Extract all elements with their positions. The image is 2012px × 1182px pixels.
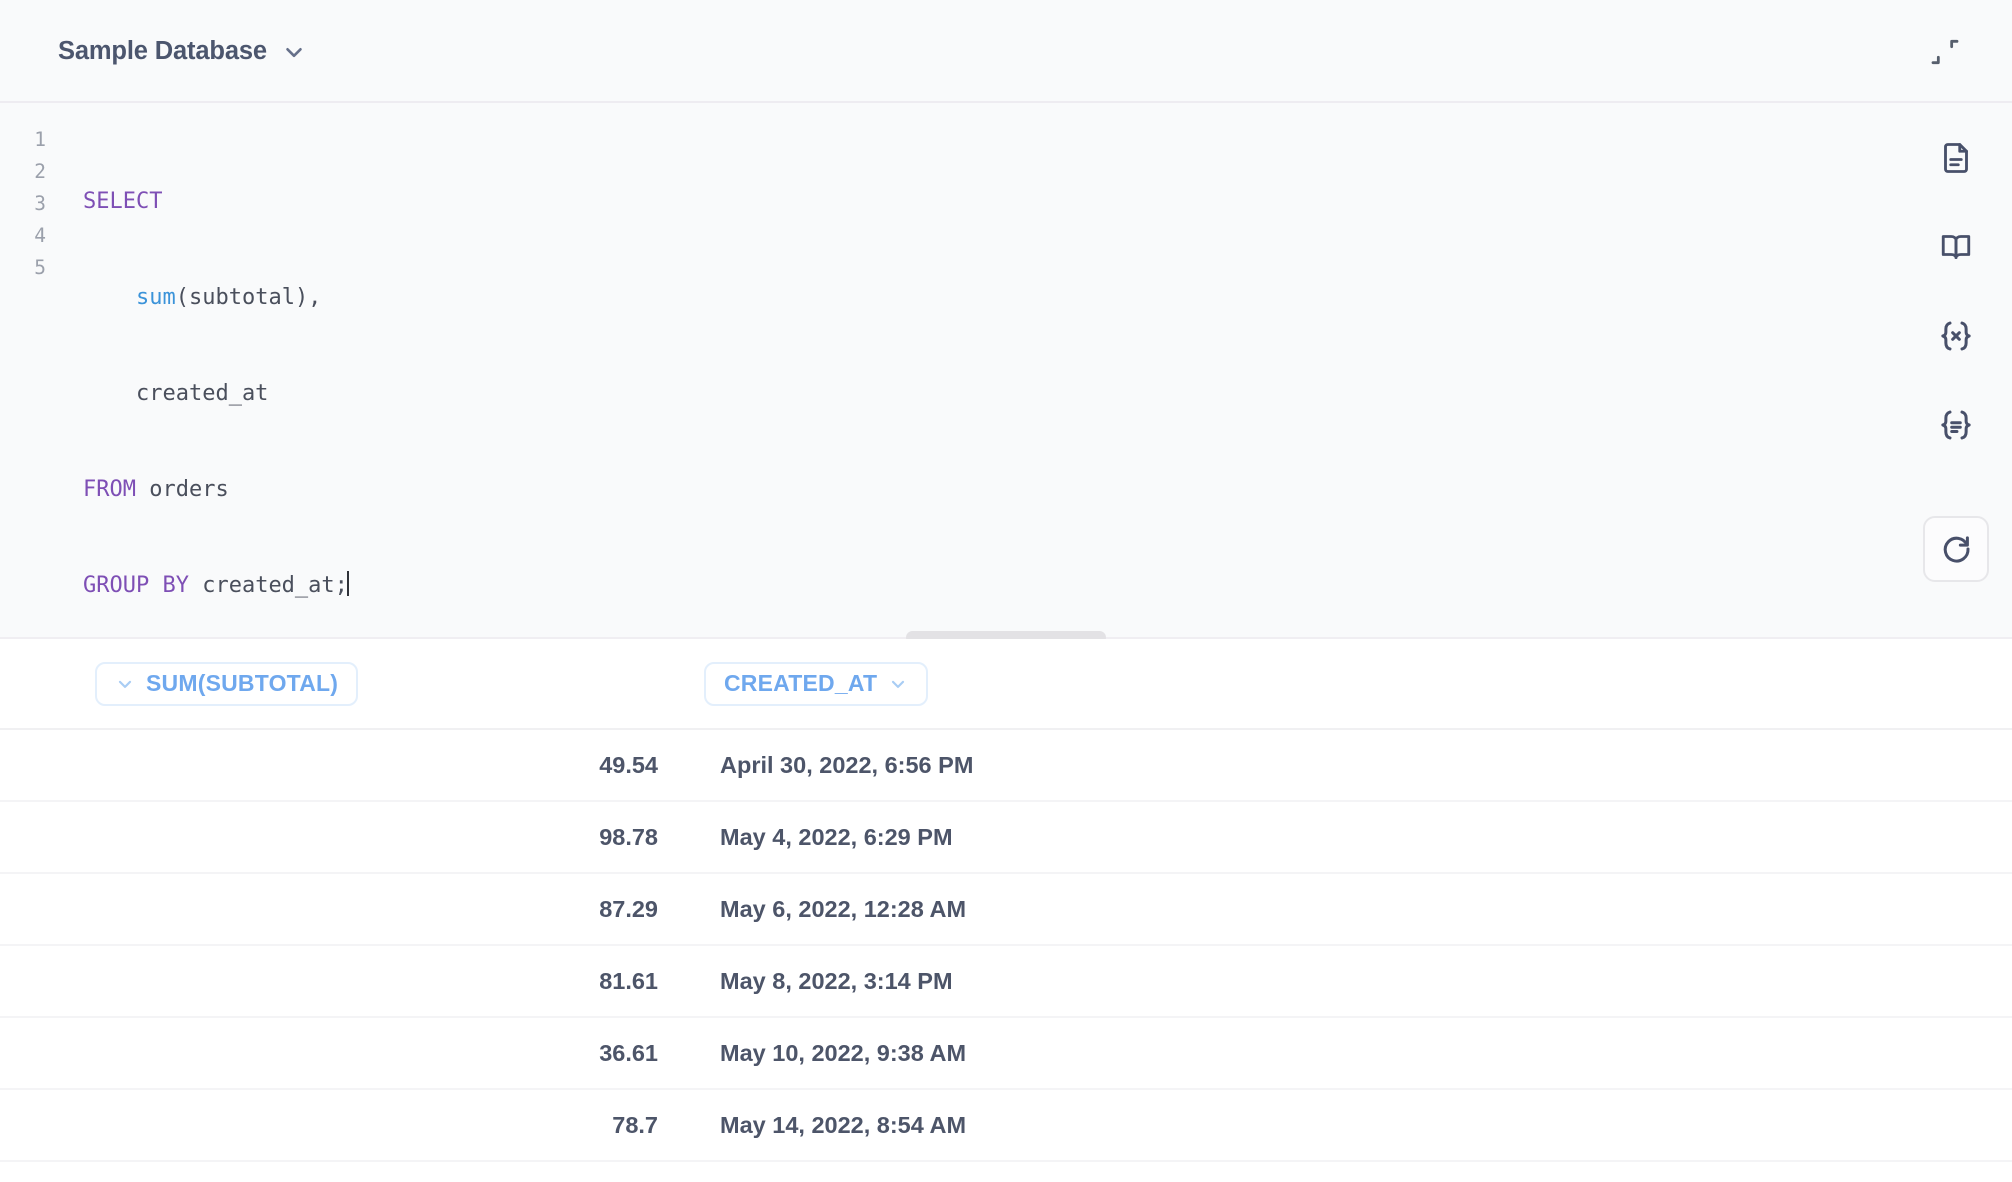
- line-number: 5: [0, 252, 46, 284]
- cell-created-at: April 30, 2022, 6:56 PM: [684, 729, 2012, 801]
- database-selector[interactable]: Sample Database: [58, 37, 307, 66]
- contract-window-icon[interactable]: [1917, 24, 1973, 80]
- line-number: 2: [0, 156, 46, 188]
- code-line: FROM orders: [83, 474, 1900, 506]
- column-header-label: CREATED_AT: [724, 670, 877, 697]
- sql-identifier: created_at: [83, 381, 268, 406]
- table-row[interactable]: 49.54 April 30, 2022, 6:56 PM: [0, 729, 2012, 801]
- editor-body: 1 2 3 4 5 SELECT sum(subtotal), created_…: [0, 103, 2012, 637]
- snippet-sidebar-icon[interactable]: [1924, 393, 1988, 457]
- sql-function: sum: [136, 285, 176, 310]
- results-table-body: 49.54 April 30, 2022, 6:56 PM 98.78 May …: [0, 729, 2012, 1161]
- cell-created-at: May 8, 2022, 3:14 PM: [684, 945, 2012, 1017]
- code-line: SELECT: [83, 186, 1900, 218]
- variables-icon[interactable]: [1924, 304, 1988, 368]
- column-header-created-at: CREATED_AT: [684, 639, 2012, 729]
- table-row[interactable]: 78.7 May 14, 2022, 8:54 AM: [0, 1089, 2012, 1161]
- text-cursor: [347, 571, 349, 596]
- chevron-down-icon: [888, 674, 908, 694]
- native-query-snippet-book-icon[interactable]: [1924, 215, 1988, 279]
- line-number: 3: [0, 188, 46, 220]
- sql-code-area[interactable]: 1 2 3 4 5 SELECT sum(subtotal), created_…: [0, 103, 1900, 637]
- sql-keyword: GROUP BY: [83, 573, 189, 598]
- line-number-gutter: 1 2 3 4 5: [0, 122, 46, 637]
- column-pill-created-at[interactable]: CREATED_AT: [704, 662, 928, 706]
- query-results-pane: SUM(SUBTOTAL) CREATED_AT: [0, 639, 2012, 1182]
- chevron-down-icon: [115, 674, 135, 694]
- sql-keyword: SELECT: [83, 189, 162, 214]
- column-pill-sum-subtotal[interactable]: SUM(SUBTOTAL): [95, 662, 358, 706]
- cell-sum-subtotal: 81.61: [0, 945, 684, 1017]
- code-line: sum(subtotal),: [83, 282, 1900, 314]
- column-header-label: SUM(SUBTOTAL): [146, 670, 338, 697]
- results-table-head: SUM(SUBTOTAL) CREATED_AT: [0, 639, 2012, 729]
- line-number: 4: [0, 220, 46, 252]
- column-header-sum-subtotal: SUM(SUBTOTAL): [0, 639, 684, 729]
- cell-sum-subtotal: 49.54: [0, 729, 684, 801]
- sql-keyword: FROM: [83, 477, 136, 502]
- code-line: GROUP BY created_at;: [83, 570, 1900, 602]
- native-query-editor-app: Sample Database 1 2: [0, 0, 2012, 1182]
- cell-sum-subtotal: 36.61: [0, 1017, 684, 1089]
- sql-identifier: created_at;: [189, 573, 348, 598]
- cell-sum-subtotal: 78.7: [0, 1089, 684, 1161]
- table-header-row: SUM(SUBTOTAL) CREATED_AT: [0, 639, 2012, 729]
- line-number: 1: [0, 124, 46, 156]
- code-line: created_at: [83, 378, 1900, 410]
- table-row[interactable]: 87.29 May 6, 2022, 12:28 AM: [0, 873, 2012, 945]
- cell-sum-subtotal: 87.29: [0, 873, 684, 945]
- table-row[interactable]: 98.78 May 4, 2022, 6:29 PM: [0, 801, 2012, 873]
- editor-topbar: Sample Database: [0, 0, 2012, 103]
- editor-side-rail: [1900, 103, 2012, 637]
- results-table: SUM(SUBTOTAL) CREATED_AT: [0, 639, 2012, 1162]
- sql-code-text[interactable]: SELECT sum(subtotal), created_at FROM or…: [46, 122, 1900, 637]
- table-row[interactable]: 36.61 May 10, 2022, 9:38 AM: [0, 1017, 2012, 1089]
- cell-created-at: May 6, 2022, 12:28 AM: [684, 873, 2012, 945]
- data-reference-icon[interactable]: [1924, 126, 1988, 190]
- refresh-run-icon[interactable]: [1923, 516, 1989, 582]
- sql-identifier: orders: [136, 477, 229, 502]
- cell-sum-subtotal: 98.78: [0, 801, 684, 873]
- database-name-label: Sample Database: [58, 37, 267, 66]
- table-row[interactable]: 81.61 May 8, 2022, 3:14 PM: [0, 945, 2012, 1017]
- cell-created-at: May 14, 2022, 8:54 AM: [684, 1089, 2012, 1161]
- sql-indent: [83, 285, 136, 310]
- cell-created-at: May 10, 2022, 9:38 AM: [684, 1017, 2012, 1089]
- sql-identifier: (subtotal),: [176, 285, 322, 310]
- sql-editor-pane: Sample Database 1 2: [0, 0, 2012, 637]
- chevron-down-icon: [281, 39, 307, 65]
- cell-created-at: May 4, 2022, 6:29 PM: [684, 801, 2012, 873]
